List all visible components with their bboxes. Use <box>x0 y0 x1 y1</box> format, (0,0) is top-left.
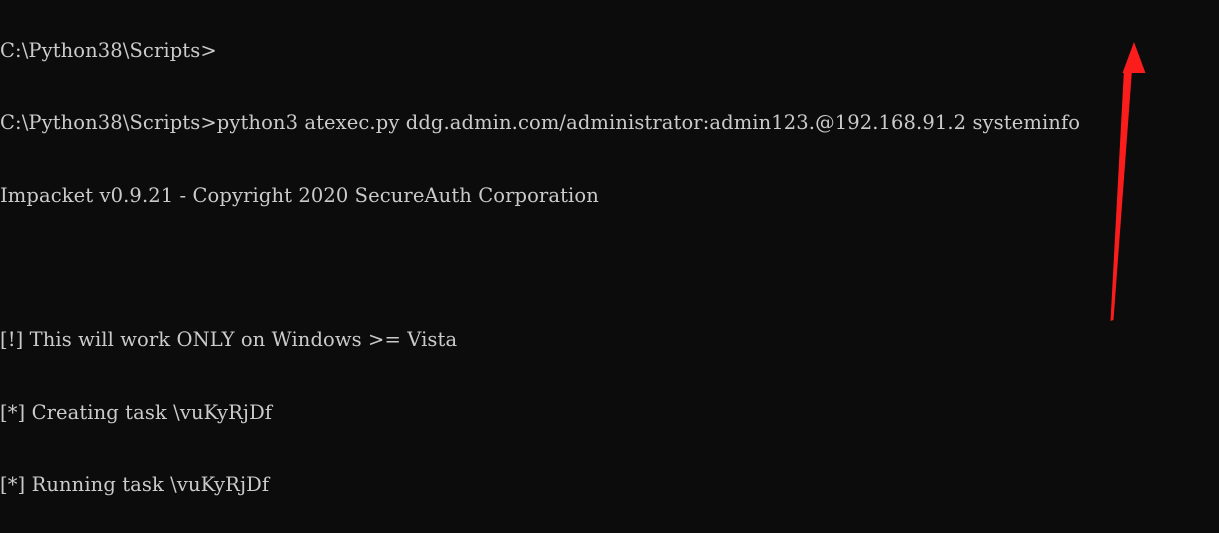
terminal-line-warning-vista: [!] This will work ONLY on Windows >= Vi… <box>0 328 458 352</box>
terminal-line-running-task: [*] Running task \vuKyRjDf <box>0 472 270 496</box>
terminal-line-blank-1 <box>0 256 1219 280</box>
terminal-window: C:\Python38\Scripts> C:\Python38\Scripts… <box>0 0 1219 533</box>
terminal-line-creating-task: [*] Creating task \vuKyRjDf <box>0 400 273 424</box>
terminal-line-prompt-clipped: C:\Python38\Scripts> <box>0 39 217 63</box>
terminal-output[interactable]: C:\Python38\Scripts> C:\Python38\Scripts… <box>0 0 1219 533</box>
terminal-line-banner: Impacket v0.9.21 - Copyright 2020 Secure… <box>0 183 599 207</box>
terminal-line-command: C:\Python38\Scripts>python3 atexec.py dd… <box>0 111 1081 135</box>
